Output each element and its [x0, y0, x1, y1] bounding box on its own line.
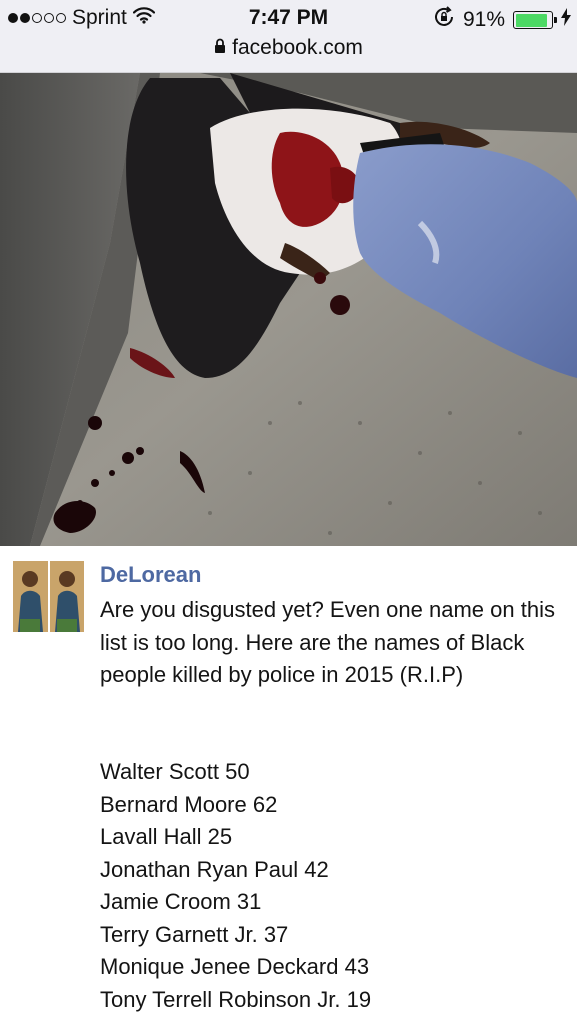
names-list: Walter Scott 50 Bernard Moore 62 Lavall Ha… — [100, 756, 371, 1016]
right-status: 91% — [433, 6, 571, 34]
name-list-item: Jamie Croom 31 — [100, 889, 262, 914]
name-list-item: Walter Scott 50 — [100, 759, 250, 784]
lock-icon — [214, 36, 226, 60]
author-avatar[interactable] — [13, 561, 84, 632]
name-list-item: Terry Garnett Jr. 37 — [100, 921, 289, 947]
name-list-item: Monique Jenee Deckard 43 — [100, 954, 370, 979]
name-list-item: Jonathan Ryan Paul 42 — [100, 856, 329, 882]
name-list-item: Lavall Hall 25 — [100, 824, 233, 849]
page-url[interactable]: facebook.com — [232, 36, 363, 60]
rotation-lock-icon — [433, 6, 455, 34]
name-list-item: Bernard Moore 62 — [100, 791, 278, 817]
name-list-item: Tony Terrell Robinson Jr. 19 — [100, 986, 372, 1012]
status-bar: Sprint 7:47 PM 91% facebook.com — [0, 0, 577, 73]
avatar-photo-right — [49, 561, 84, 632]
post-card: DeLorean Are you disgusted yet? Even one… — [0, 546, 577, 1024]
battery-percent: 91% — [462, 8, 505, 31]
post-text: Are you disgusted yet? Even one name on … — [100, 597, 562, 687]
battery-icon — [513, 11, 557, 29]
post-photo[interactable] — [0, 73, 577, 546]
charging-bolt-icon — [561, 8, 571, 32]
author-name[interactable]: DeLorean — [100, 562, 201, 588]
address-bar[interactable]: facebook.com — [0, 36, 577, 60]
avatar-photo-left — [13, 561, 48, 632]
post-photo-image — [0, 73, 577, 546]
